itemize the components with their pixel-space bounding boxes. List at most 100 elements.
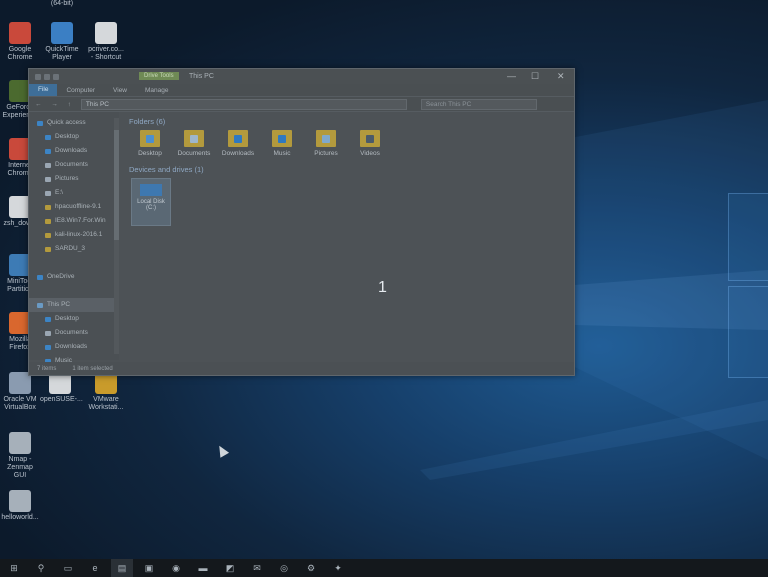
minimize-icon[interactable]: —	[507, 71, 516, 81]
nav-item-label: Documents	[55, 161, 88, 168]
navigation-pane: Quick access Desktop Downloads Documents Pic…	[29, 112, 119, 364]
step-number: 1	[378, 279, 387, 296]
nav-item-label: kali-linux-2016.1	[55, 231, 103, 238]
desktop-shortcut-label: helloworld...	[1, 514, 39, 521]
nav-item-icon	[45, 204, 51, 210]
nav-item-label: Downloads	[55, 147, 88, 154]
nav-item-icon	[45, 134, 51, 140]
tab-file[interactable]: File	[29, 84, 58, 96]
nav-item[interactable]: Quick access	[29, 116, 119, 130]
nav-item	[29, 284, 119, 298]
navigation-arrows-icon[interactable]: ← → ↑	[35, 101, 75, 108]
desktop-shortcut[interactable]: QuickTime Player	[42, 22, 82, 62]
folder-item[interactable]: Downloads	[219, 130, 257, 157]
settings-icon[interactable]: ⚙	[300, 559, 322, 577]
nav-item[interactable]: Desktop	[29, 130, 119, 144]
folder-item[interactable]: Music	[263, 130, 301, 157]
tab-computer[interactable]: Computer	[57, 87, 104, 94]
nav-item[interactable]: This PC	[29, 298, 119, 312]
remote-desktop-icon[interactable]: ▬	[192, 559, 214, 577]
nav-item-icon	[45, 218, 51, 224]
nav-item[interactable]: Documents	[29, 326, 119, 340]
desktop-shortcut[interactable]: Oracle VM VirtualBox	[0, 372, 40, 412]
nav-item-icon	[45, 344, 51, 350]
drives-group-header[interactable]: Devices and drives (1)	[129, 165, 570, 174]
search-input[interactable]: Search This PC	[420, 98, 537, 110]
desktop-shortcut[interactable]: VMware Workstati...	[86, 372, 126, 412]
nav-item-icon	[45, 176, 51, 182]
nav-item[interactable]: SARDU_3	[29, 242, 119, 256]
nav-item-icon	[45, 261, 51, 266]
mail-icon[interactable]: ✉	[246, 559, 268, 577]
desktop-shortcut-label: Nmap - Zenmap GUI	[7, 456, 33, 479]
folder-label: Downloads	[221, 150, 255, 157]
task-view-icon[interactable]: ▭	[57, 559, 79, 577]
folder-label: Documents	[177, 150, 211, 157]
nav-item[interactable]: Desktop	[29, 312, 119, 326]
nav-item-label: Quick access	[47, 119, 86, 126]
folder-icon	[316, 130, 336, 147]
nav-item[interactable]: kali-linux-2016.1	[29, 228, 119, 242]
tab-manage[interactable]: Manage	[136, 87, 178, 94]
quicktime-icon	[51, 22, 73, 44]
desktop-shortcut[interactable]: Google Chrome	[0, 22, 40, 62]
file-explorer-icon[interactable]: ▤	[111, 559, 133, 577]
quick-access-toolbar[interactable]	[35, 73, 59, 80]
nav-item[interactable]: E:\	[29, 186, 119, 200]
close-icon[interactable]: ✕	[557, 71, 565, 82]
desktop-shortcut-label: Google Chrome	[7, 46, 33, 61]
file-explorer-window[interactable]: Drive Tools This PC — ☐ ✕ File Computer …	[28, 68, 575, 376]
folder-item[interactable]: Pictures	[307, 130, 345, 157]
mouse-cursor-icon	[214, 443, 230, 458]
nav-item[interactable]: IE8.Win7.For.Win	[29, 214, 119, 228]
folder-icon	[272, 130, 292, 147]
folder-icon	[184, 130, 204, 147]
start-icon[interactable]: ⊞	[3, 559, 25, 577]
nav-item[interactable]: OneDrive	[29, 270, 119, 284]
app-icon[interactable]: ✦	[327, 559, 349, 577]
nav-item[interactable]: Downloads	[29, 340, 119, 354]
zenmap-icon	[9, 432, 31, 454]
folder-item[interactable]: Documents	[175, 130, 213, 157]
status-selection: 1 item selected	[72, 365, 113, 372]
title-bar[interactable]: Drive Tools This PC — ☐ ✕	[29, 69, 574, 84]
nav-item[interactable]: Pictures	[29, 172, 119, 186]
desktop-shortcut[interactable]: helloworld...	[0, 490, 40, 522]
desktop-shortcut[interactable]: pcriver.co... - Shortcut	[86, 22, 126, 62]
nav-item[interactable]: hpacuoffline-9.1	[29, 200, 119, 214]
desktop-shortcut[interactable]: Nmap - Zenmap GUI	[0, 432, 40, 480]
nav-item[interactable]: Downloads	[29, 144, 119, 158]
store-icon[interactable]: ▣	[138, 559, 160, 577]
tab-view[interactable]: View	[104, 87, 136, 94]
search-icon[interactable]: ⚲	[30, 559, 52, 577]
desktop-shortcut[interactable]: openSUSE-...	[40, 372, 83, 404]
ribbon-tabs: File Computer View Manage	[29, 84, 574, 96]
chrome-icon[interactable]: ◎	[273, 559, 295, 577]
nav-item[interactable]: Documents	[29, 158, 119, 172]
nav-scrollbar[interactable]	[114, 118, 119, 354]
folder-item[interactable]: Videos	[351, 130, 389, 157]
firefox-icon[interactable]: ◉	[165, 559, 187, 577]
google-chrome-icon	[9, 22, 31, 44]
folder-label: Desktop	[138, 150, 162, 157]
drive-tools-tab[interactable]: Drive Tools	[139, 72, 179, 80]
folder-item[interactable]: Desktop	[131, 130, 169, 157]
folders-group-header[interactable]: Folders (6)	[129, 117, 570, 126]
address-bar-row: ← → ↑ This PC Search This PC	[29, 96, 574, 112]
nav-item-label: Downloads	[55, 343, 88, 350]
tool-icon[interactable]: ◩	[219, 559, 241, 577]
taskbar: ⊞ ⚲ ▭ e ▤ ▣ ◉ ▬ ◩ ✉ ◎ ⚙ ✦	[0, 559, 768, 577]
maximize-icon[interactable]: ☐	[531, 71, 539, 82]
desktop-shortcut-label: QuickTime Player	[45, 46, 79, 61]
address-bar[interactable]: This PC	[80, 98, 407, 110]
nav-item-label: This PC	[47, 301, 71, 308]
desktop-shortcut-label: VMware Workstati...	[88, 396, 124, 411]
edge-icon[interactable]: e	[84, 559, 106, 577]
nav-item-label: SARDU_3	[55, 245, 85, 252]
content-pane: Folders (6) Desktop Documents Downloads Mus…	[125, 112, 570, 360]
nav-item-icon	[37, 274, 43, 280]
local-disk-drive[interactable]: Local Disk (C:)	[131, 178, 171, 226]
nav-item-label: Documents	[55, 329, 88, 336]
nav-item-label: IE8.Win7.For.Win	[55, 217, 106, 224]
drive-label: Local Disk (C:)	[137, 199, 165, 211]
